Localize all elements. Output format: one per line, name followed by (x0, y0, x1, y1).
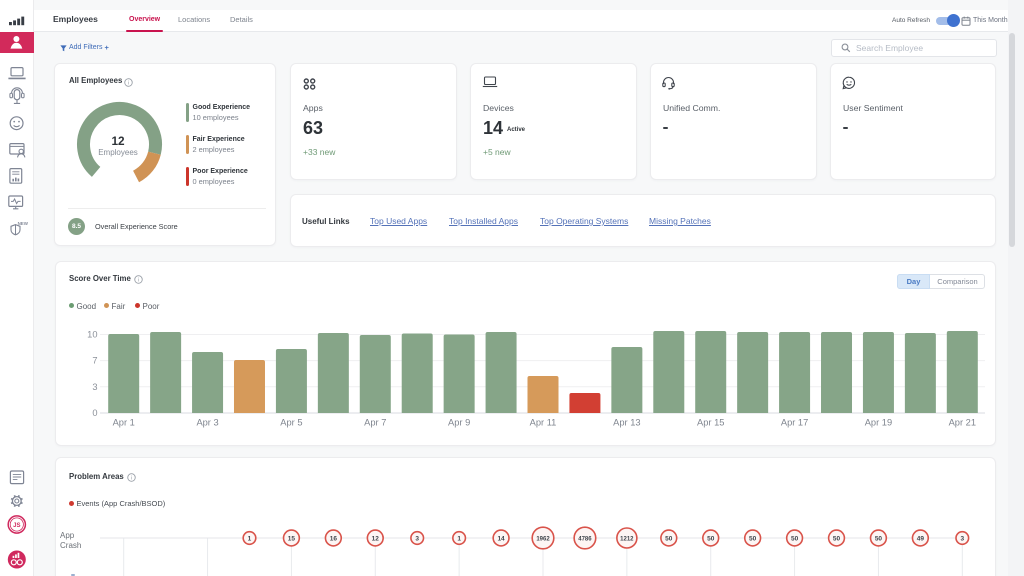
svg-text:1212: 1212 (620, 536, 634, 542)
svg-text:50: 50 (833, 535, 841, 542)
svg-text:50: 50 (875, 535, 883, 542)
svg-text:1962: 1962 (536, 536, 550, 542)
svg-text:16: 16 (330, 535, 338, 542)
svg-text:50: 50 (791, 535, 799, 542)
svg-text:12: 12 (372, 535, 380, 542)
svg-text:50: 50 (749, 535, 757, 542)
svg-text:JS: JS (13, 523, 20, 529)
svg-text:50: 50 (665, 535, 673, 542)
svg-text:49: 49 (917, 535, 925, 542)
svg-text:1: 1 (248, 535, 252, 542)
svg-text:4786: 4786 (578, 536, 592, 542)
svg-text:50: 50 (707, 535, 715, 542)
svg-text:1: 1 (457, 535, 461, 542)
svg-text:14: 14 (497, 535, 505, 542)
svg-text:3: 3 (960, 535, 964, 542)
svg-text:3: 3 (415, 535, 419, 542)
svg-text:15: 15 (288, 535, 296, 542)
svg-text:NEW: NEW (18, 221, 29, 226)
